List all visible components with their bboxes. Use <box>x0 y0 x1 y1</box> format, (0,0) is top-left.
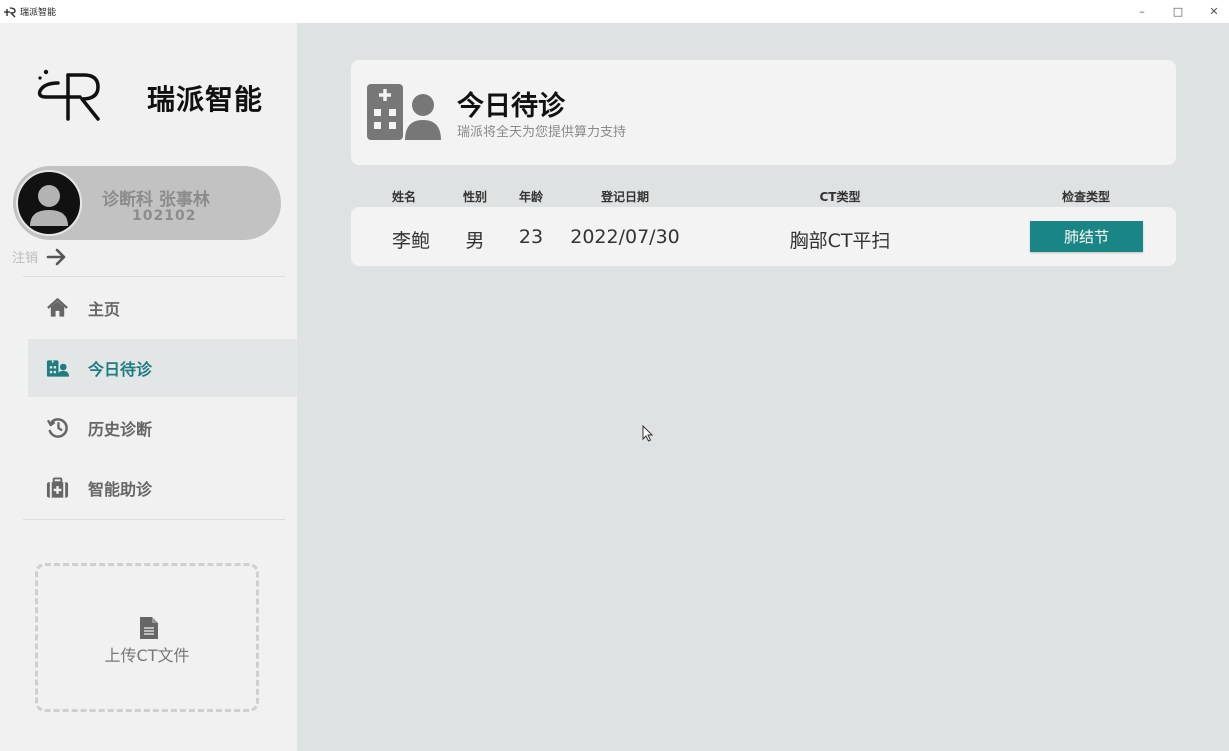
minimize-button[interactable]: – <box>1124 0 1160 23</box>
sidebar-item-home[interactable]: 主页 <box>28 279 297 337</box>
column-header-exam-type: 检查类型 <box>1061 190 1111 204</box>
page-subtitle: 瑞派将全天为您提供算力支持 <box>457 125 627 140</box>
main-content: 今日待诊 瑞派将全天为您提供算力支持 姓名 性别 年龄 登记日期 CT类型 检查… <box>297 23 1229 751</box>
sidebar-item-label: 历史诊断 <box>88 420 153 439</box>
user-id: 102102 <box>132 208 197 224</box>
maximize-button[interactable]: □ <box>1160 0 1196 23</box>
upload-label: 上传CT文件 <box>104 646 190 665</box>
cell-ct-type: 胸部CT平扫 <box>789 230 891 252</box>
column-header-name: 姓名 <box>391 190 417 204</box>
sidebar-divider <box>23 276 285 277</box>
cell-age: 23 <box>518 226 544 248</box>
sidebar-divider <box>23 519 285 520</box>
upload-ct-dropzone[interactable]: 上传CT文件 <box>35 563 259 712</box>
sidebar-item-history[interactable]: 历史诊断 <box>28 399 297 457</box>
window-title: 瑞派智能 <box>20 8 57 18</box>
sidebar-item-today[interactable]: 今日待诊 <box>28 339 297 397</box>
page-title: 今日待诊 <box>457 91 565 122</box>
home-icon <box>47 298 68 317</box>
table-row[interactable]: 李鲍 男 23 2022/07/30 胸部CT平扫 肺结节 <box>351 207 1176 266</box>
mouse-cursor-icon <box>642 425 654 442</box>
file-icon <box>140 617 158 639</box>
app-logo-icon <box>4 6 16 17</box>
user-avatar-icon <box>30 185 68 226</box>
sidebar-item-label: 主页 <box>88 300 121 319</box>
cell-gender: 男 <box>465 230 485 252</box>
arrow-right-icon <box>46 248 66 265</box>
user-card: 诊断科 张事林 102102 <box>13 166 281 240</box>
sidebar-item-assist[interactable]: 智能助诊 <box>28 459 297 517</box>
column-header-ct-type: CT类型 <box>819 190 861 204</box>
history-icon <box>46 418 68 438</box>
column-header-age: 年龄 <box>518 190 544 204</box>
medkit-icon <box>46 477 69 498</box>
hospital-user-icon <box>46 360 69 377</box>
sidebar: 瑞派智能 诊断科 张事林 102102 注销 主页 今日待诊 历史诊断 智能助诊… <box>0 23 297 751</box>
avatar <box>16 170 82 236</box>
page-header: 今日待诊 瑞派将全天为您提供算力支持 <box>351 60 1176 165</box>
cell-name: 李鲍 <box>391 230 431 252</box>
logout-label: 注销 <box>12 251 39 266</box>
cell-date: 2022/07/30 <box>570 226 680 248</box>
exam-type-button[interactable]: 肺结节 <box>1030 221 1143 252</box>
brand-name: 瑞派智能 <box>147 83 264 116</box>
title-bar: 瑞派智能 – □ ✕ <box>0 0 1229 23</box>
close-button[interactable]: ✕ <box>1196 0 1229 23</box>
brand-logo-icon <box>37 69 100 121</box>
sidebar-item-label: 今日待诊 <box>88 360 153 379</box>
column-header-date: 登记日期 <box>600 190 650 204</box>
app-window: 瑞派智能 – □ ✕ 瑞派智能 诊断科 张事林 102102 注销 主页 今日待… <box>0 0 1229 751</box>
sidebar-item-label: 智能助诊 <box>88 480 153 499</box>
column-header-gender: 性别 <box>462 190 488 204</box>
hospital-user-icon <box>367 84 441 140</box>
logout-button[interactable]: 注销 <box>12 247 68 266</box>
user-name: 诊断科 张事林 <box>102 190 210 210</box>
